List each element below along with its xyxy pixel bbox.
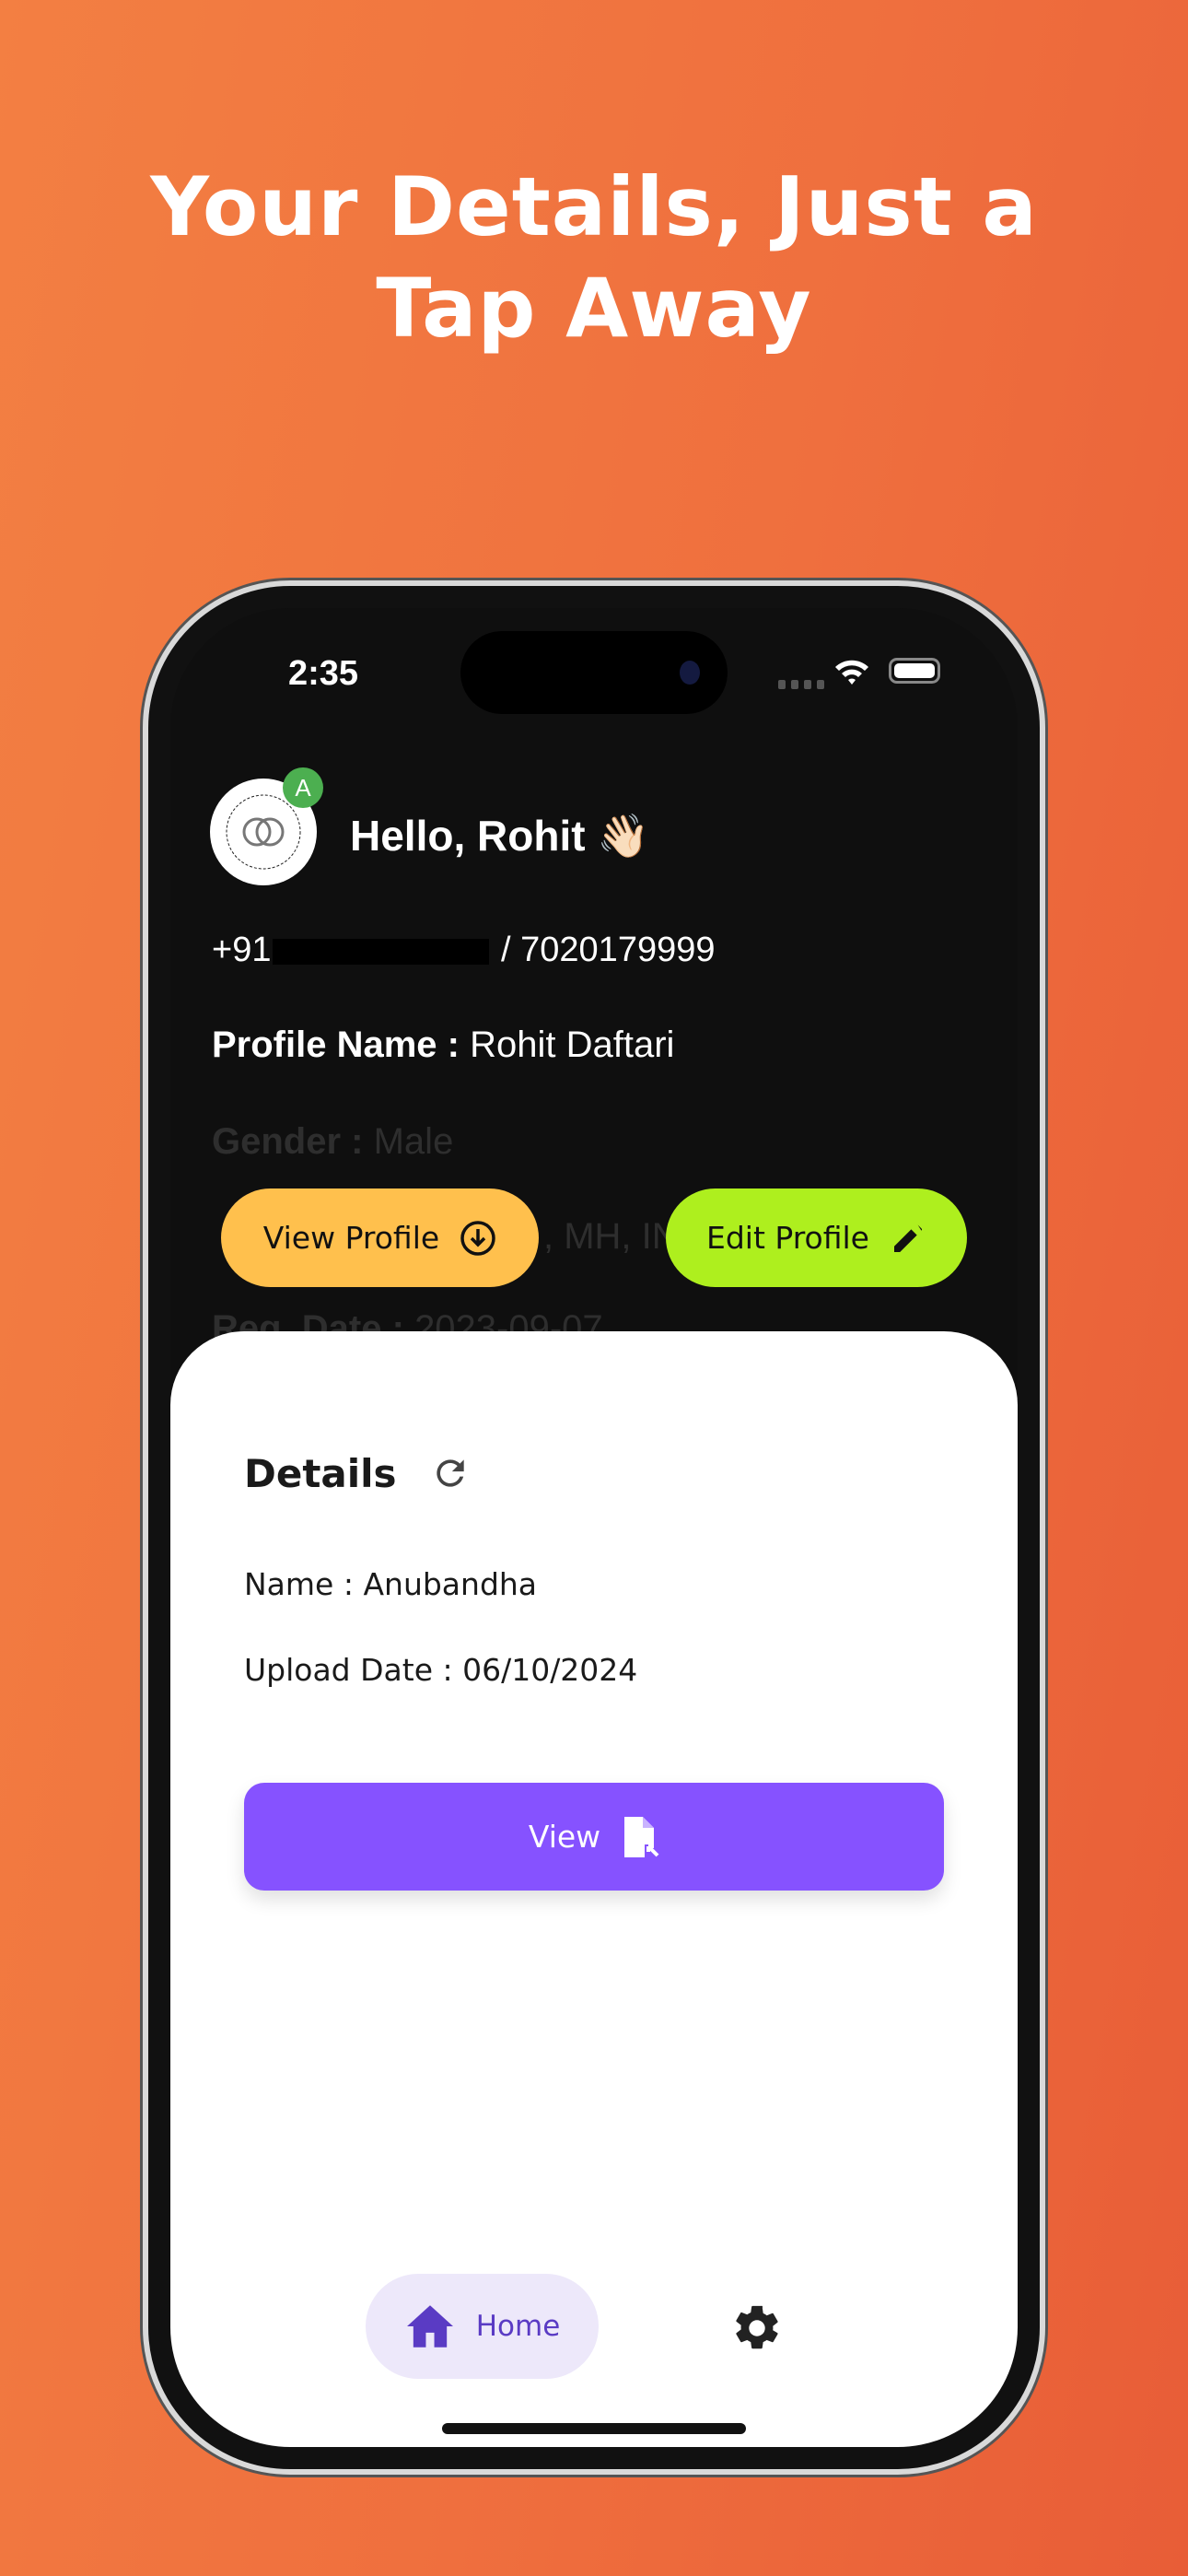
wifi-icon [835,660,868,685]
profile-name-row: Profile Name : Rohit Daftari [212,1025,674,1066]
nav-home[interactable]: Home [366,2274,599,2379]
gender-label: Gender : [212,1121,364,1162]
headline-line-2: Tap Away [376,261,812,356]
gear-icon[interactable] [730,2301,784,2355]
upload-date: Upload Date : 06/10/2024 [244,1652,638,1688]
view-profile-button[interactable]: View Profile [221,1188,539,1287]
gender-row: Gender : Male [212,1121,453,1163]
headline: Your Details, Just a Tap Away [0,157,1188,359]
refresh-icon[interactable] [430,1453,471,1493]
status-time: 2:35 [288,654,359,693]
file-open-icon [624,1816,659,1857]
battery-icon [889,658,940,684]
address-row: , MH, IN [543,1216,679,1257]
phone-alt: / 7020179999 [501,931,716,969]
headline-line-1: Your Details, Just a [150,159,1038,254]
edit-profile-button[interactable]: Edit Profile [666,1188,967,1287]
phone-numbers: +91 / 7020179999 [212,931,715,970]
nav-home-label: Home [475,2310,561,2343]
home-icon [406,2305,453,2348]
view-label: View [528,1819,601,1855]
view-document-button[interactable]: View [244,1783,944,1891]
details-title: Details [244,1451,397,1496]
home-indicator [442,2423,746,2434]
pencil-icon [894,1224,922,1252]
phone-screen: 2:35 A Hello, Rohit 👋🏻 +91 / 7020179999 … [170,608,1018,2447]
profile-name-value: Rohit Daftari [470,1025,675,1065]
view-profile-label: View Profile [262,1220,440,1256]
document-name: Name : Anubandha [244,1566,538,1602]
greeting: Hello, Rohit 👋🏻 [350,812,650,860]
profile-name-label: Profile Name : [212,1025,460,1065]
gender-value: Male [373,1121,454,1162]
details-card: Details Name : Anubandha Upload Date : 0… [170,1331,1018,2447]
download-circle-icon [460,1220,495,1256]
edit-profile-label: Edit Profile [705,1220,869,1256]
redacted-phone [273,938,490,965]
phone-prefix: +91 [212,931,272,969]
dynamic-island [460,631,728,714]
avatar-badge: A [283,767,323,808]
signal-icon [778,680,824,689]
